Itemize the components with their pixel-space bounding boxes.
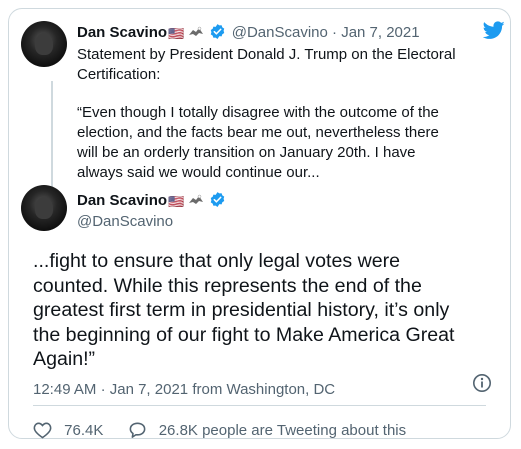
author-name-row: Dan Scavino🇺🇸 xyxy=(77,191,226,210)
text-line: Statement by President Donald J. Trump o… xyxy=(77,46,456,63)
quoted-tweet-text: Statement by President Donald J. Trump o… xyxy=(77,45,456,85)
avatar[interactable] xyxy=(21,21,67,67)
text-line: will be an orderly transition on January… xyxy=(77,144,416,161)
text-line: the beginning of our fight to Make Ameri… xyxy=(33,323,455,346)
author-handle[interactable]: @DanScavino xyxy=(232,24,328,41)
text-line: greatest first term in presidential hist… xyxy=(33,299,450,321)
tweeting-about-button[interactable]: 26.8K people are Tweeting about this xyxy=(128,421,407,439)
separator-dot: · xyxy=(100,381,106,398)
text-line: Again!” xyxy=(33,348,96,370)
eagle-icon xyxy=(189,194,204,204)
verified-badge-icon xyxy=(210,192,224,207)
quoted-statement: “Even though I totally disagree with the… xyxy=(77,103,439,183)
text-line: “Even though I totally disagree with the… xyxy=(77,104,439,121)
tweet-location[interactable]: Washington, DC xyxy=(226,381,335,398)
text-line: election, and the facts bear me out, nev… xyxy=(77,124,439,141)
tweet-card: Dan Scavino🇺🇸 @DanScavino · Jan 7, 2021 … xyxy=(8,8,511,439)
author-header: Dan Scavino🇺🇸 @DanScavino · Jan 7, 2021 xyxy=(77,23,420,42)
speech-bubble-icon xyxy=(129,422,145,438)
like-button[interactable]: 76.4K xyxy=(33,421,103,439)
text-line: ...fight to ensure that only legal votes… xyxy=(33,250,401,272)
avatar[interactable] xyxy=(21,185,67,231)
text-line: counted. While this represents the end o… xyxy=(33,274,422,297)
author-handle[interactable]: @DanScavino xyxy=(77,213,173,230)
flag-icon: 🇺🇸 xyxy=(168,26,185,41)
text-line: always said we would continue our... xyxy=(77,164,320,181)
tweet-date[interactable]: Jan 7, 2021 xyxy=(341,24,419,41)
info-icon[interactable] xyxy=(472,373,492,393)
flag-icon: 🇺🇸 xyxy=(168,194,185,209)
tweet-time[interactable]: 12:49 AM xyxy=(33,381,96,398)
text-line: Certification: xyxy=(77,66,161,83)
eagle-icon xyxy=(189,26,204,36)
verified-badge-icon xyxy=(210,24,224,39)
tweet-text: ...fight to ensure that only legal votes… xyxy=(33,249,503,372)
tweet-meta: 12:49 AM · Jan 7, 2021 from Washington, … xyxy=(33,381,335,398)
tweeting-count: 26.8K people are Tweeting about this xyxy=(158,422,407,439)
author-name[interactable]: Dan Scavino xyxy=(77,24,167,41)
twitter-bird-icon[interactable] xyxy=(483,21,505,40)
separator-dot: · xyxy=(332,24,338,41)
like-count: 76.4K xyxy=(64,422,104,439)
engagement-bar: 76.4K 26.8K people are Tweeting about th… xyxy=(33,421,406,439)
tweet-date[interactable]: Jan 7, 2021 xyxy=(110,381,188,398)
heart-icon xyxy=(33,422,52,439)
thread-connector xyxy=(51,81,53,187)
divider xyxy=(33,405,486,406)
source-prefix: from xyxy=(192,381,223,398)
author-name[interactable]: Dan Scavino xyxy=(77,192,167,209)
